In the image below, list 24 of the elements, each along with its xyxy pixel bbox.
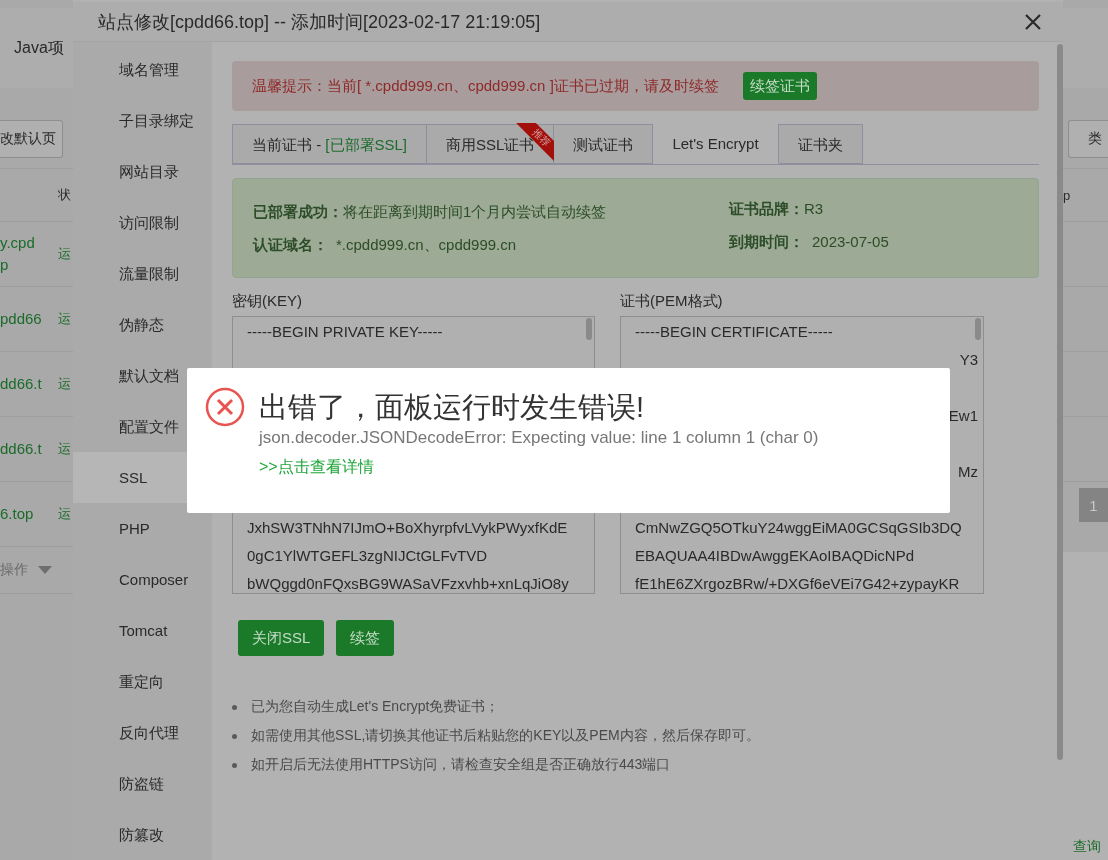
status-text: 运 <box>58 505 71 523</box>
info-value: 将在距离到期时间1个月内尝试自动续签 <box>343 203 607 222</box>
note-text: 如需使用其他SSL,请切换其他证书后粘贴您的KEY以及PEM内容，然后保存即可。 <box>251 727 760 745</box>
alert-text: 温馨提示：当前[ *.cpdd999.cn、cpdd999.cn ]证书已过期，请及时续签 <box>252 76 719 96</box>
error-message: json.decoder.JSONDecodeError: Expecting value: line 1 column 1 (char 0) <box>259 427 819 449</box>
info-value: R3 <box>804 200 824 219</box>
note-text: 如开启后无法使用HTTPS访问，请检查安全组是否正确放行443端口 <box>251 756 671 774</box>
info-value: *.cpdd999.cn、cpdd999.cn <box>336 236 517 255</box>
column-header: p <box>1063 187 1071 203</box>
info-value: 2023-07-05 <box>812 233 889 252</box>
error-title: 出错了，面板运行时发生错误! <box>259 390 646 425</box>
status-text: 运 <box>58 375 71 393</box>
column-header: 状 <box>58 186 71 204</box>
info-label: 到期时间： <box>729 233 804 252</box>
field-label: 密钥(KEY) <box>232 292 303 311</box>
note-text: 已为您自动生成Let's Encrypt免费证书； <box>251 698 500 716</box>
info-label: 已部署成功： <box>253 203 343 222</box>
info-label: 证书品牌： <box>729 200 804 219</box>
status-text: 运 <box>58 310 71 328</box>
info-label: 认证域名： <box>253 236 328 255</box>
dialog-title: 站点修改[cpdd66.top] -- 添加时间[2023-02-17 21:19:05] <box>98 10 541 34</box>
status-text: 运 <box>58 245 71 263</box>
field-label: 证书(PEM格式) <box>620 292 724 311</box>
status-text: 运 <box>58 440 71 458</box>
